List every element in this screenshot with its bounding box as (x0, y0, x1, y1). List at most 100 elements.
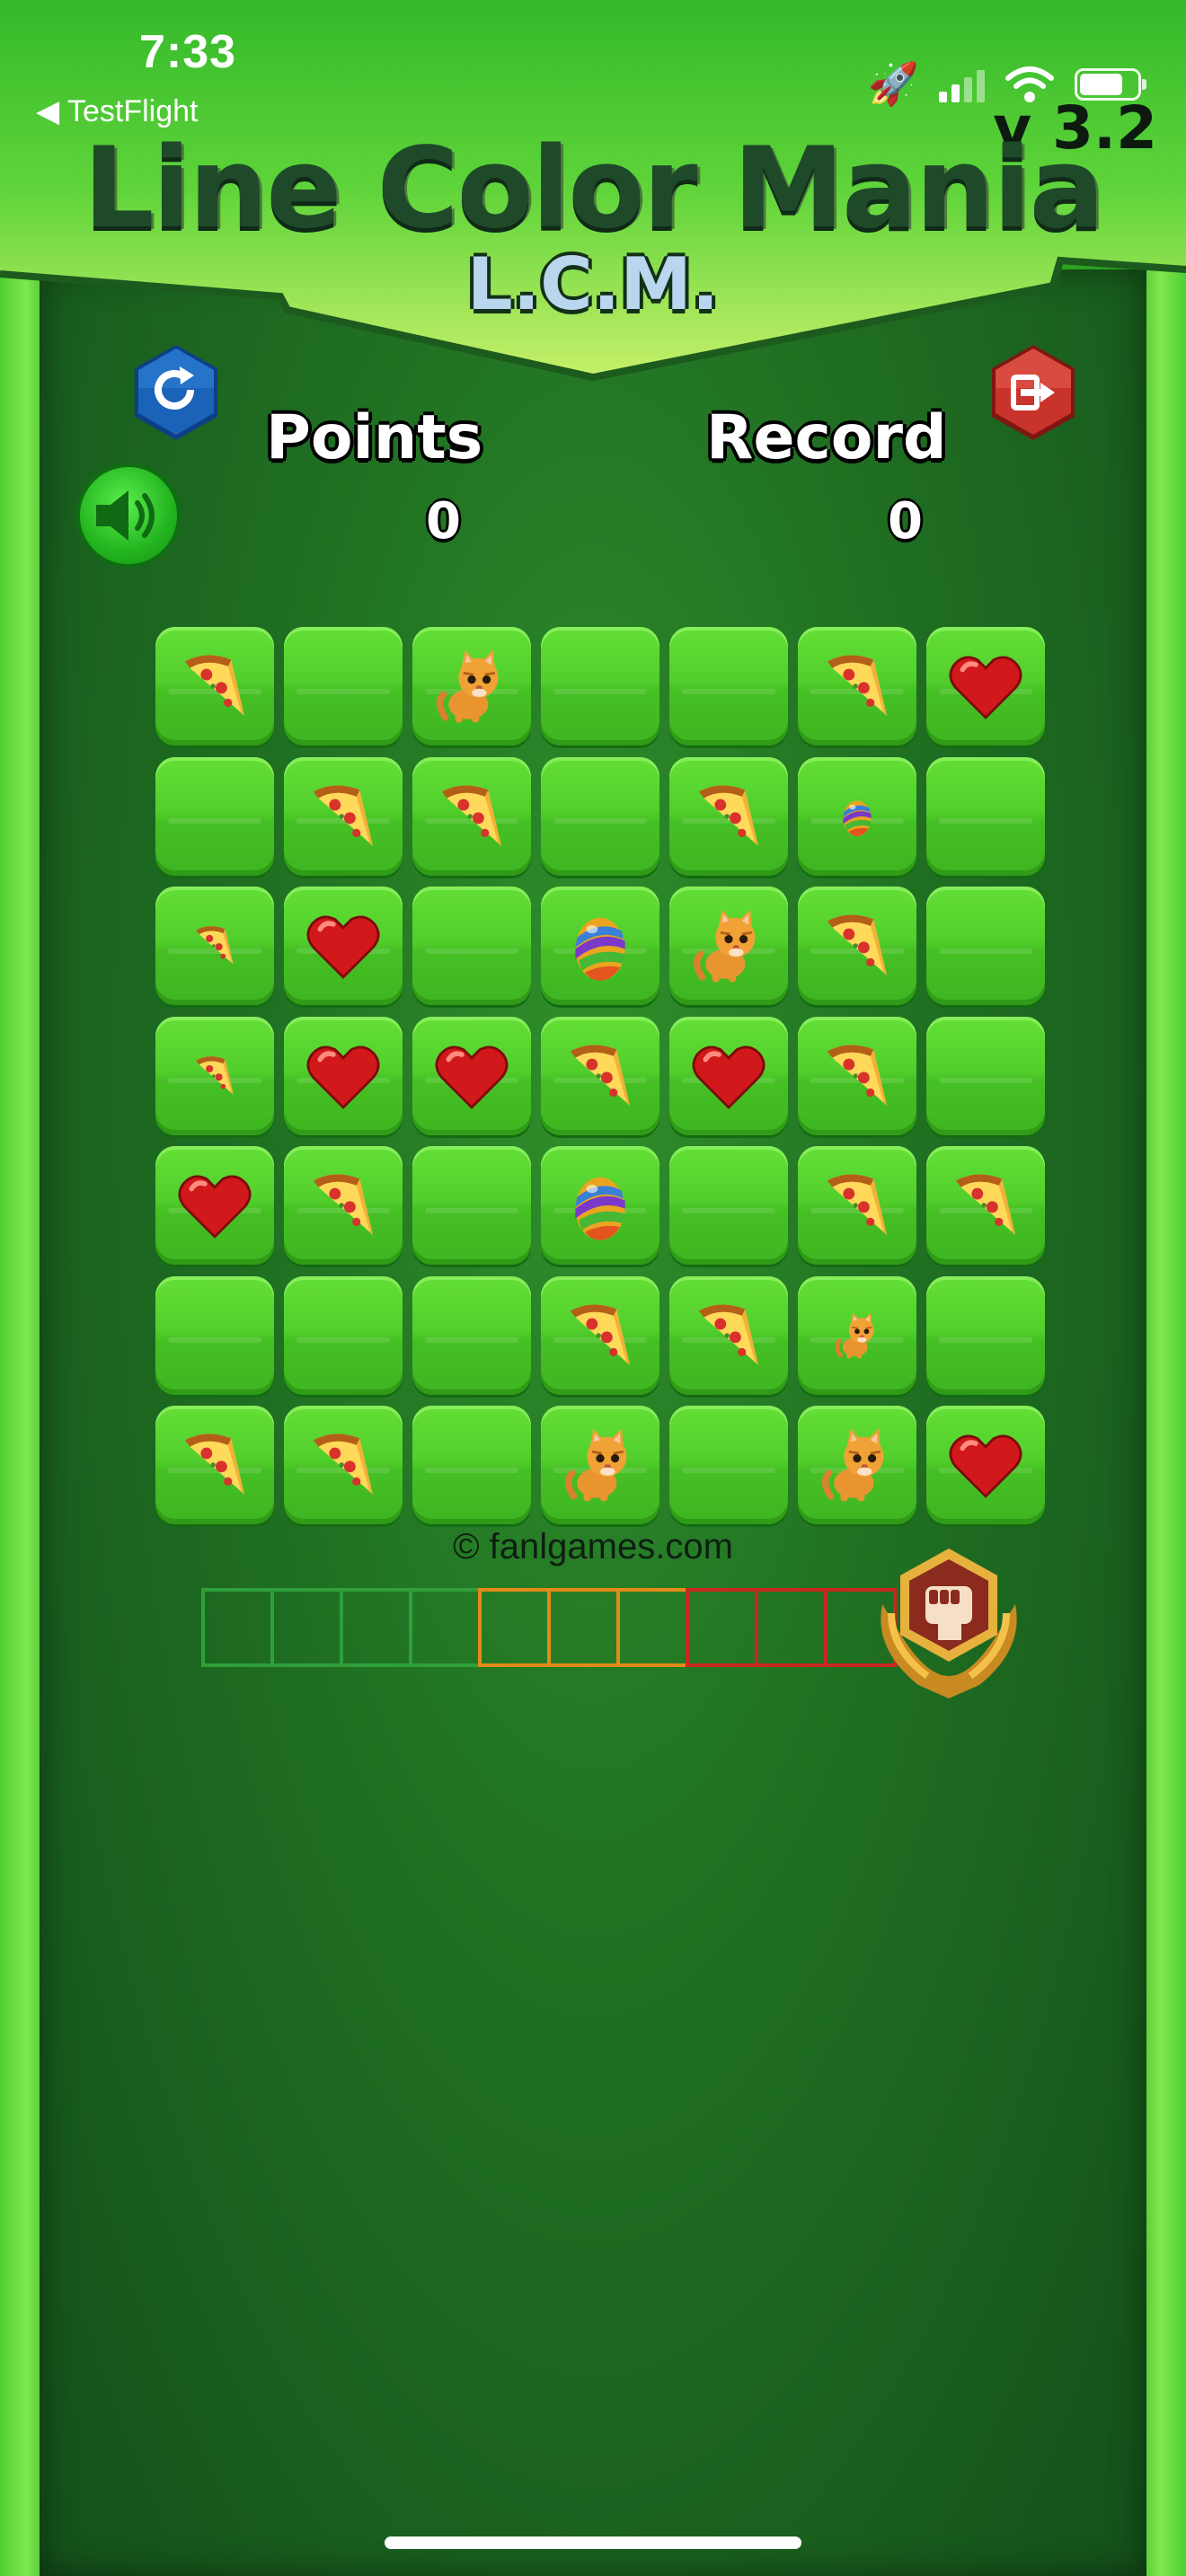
right-rail (1143, 0, 1186, 2576)
board-cell[interactable] (541, 1146, 659, 1265)
egg-icon (559, 1164, 642, 1247)
board-cell[interactable] (284, 887, 403, 1005)
board-cell[interactable] (669, 627, 788, 745)
board-cell[interactable] (412, 1146, 531, 1265)
egg-icon (559, 904, 642, 987)
progress-segment (270, 1588, 343, 1667)
board-cell[interactable] (412, 756, 531, 876)
heart-icon (430, 1035, 513, 1117)
game-title: Line Color Mania (83, 124, 1105, 253)
signal-icon (939, 66, 985, 102)
pizza-icon (173, 1424, 256, 1506)
board-cell[interactable] (798, 756, 916, 876)
progress-segment (409, 1588, 482, 1667)
board-cell[interactable] (155, 627, 274, 745)
rocket-icon: 🚀 (867, 59, 919, 108)
board-cell[interactable] (926, 887, 1045, 1005)
pizza-icon (816, 904, 898, 987)
pizza-icon (687, 1294, 770, 1377)
board-cell[interactable] (669, 756, 788, 876)
board-cell[interactable] (412, 1275, 531, 1395)
board-cell[interactable] (541, 1406, 659, 1524)
exit-button[interactable] (988, 343, 1078, 442)
board-cell[interactable] (798, 1275, 916, 1395)
progress-segment (547, 1588, 620, 1667)
pizza-icon (816, 645, 898, 728)
board-cell[interactable] (669, 1016, 788, 1135)
board-cell[interactable] (284, 1275, 403, 1395)
board-cell[interactable] (541, 627, 659, 745)
points-label: Points (266, 402, 483, 473)
board-cell[interactable] (284, 756, 403, 876)
left-rail (0, 0, 43, 2576)
pizza-icon (430, 775, 513, 858)
board-cell[interactable] (284, 1016, 403, 1135)
pizza-icon (189, 920, 241, 972)
board-cell[interactable] (412, 1406, 531, 1524)
cat-icon (831, 1310, 883, 1362)
sound-toggle-button[interactable] (76, 463, 181, 568)
heart-icon (687, 1035, 770, 1117)
points-value: 0 (426, 492, 461, 551)
board-cell[interactable] (926, 1406, 1045, 1524)
pizza-icon (302, 775, 385, 858)
progress-segment (686, 1588, 758, 1667)
board-cell[interactable] (669, 1275, 788, 1395)
board-cell[interactable] (798, 627, 916, 745)
cat-icon (687, 904, 770, 987)
board-cell[interactable] (798, 1016, 916, 1135)
board-cell[interactable] (541, 887, 659, 1005)
combo-progress-bar (201, 1588, 897, 1671)
restart-button[interactable] (131, 343, 221, 442)
pizza-icon (173, 645, 256, 728)
pizza-icon (816, 1164, 898, 1247)
board-cell[interactable] (669, 887, 788, 1005)
board-cell[interactable] (798, 887, 916, 1005)
board-cell[interactable] (155, 1275, 274, 1395)
home-indicator[interactable] (385, 2536, 801, 2549)
record-value: 0 (888, 492, 923, 551)
board-cell[interactable] (155, 756, 274, 876)
pizza-icon (302, 1424, 385, 1506)
board-cell[interactable] (284, 627, 403, 745)
board-cell[interactable] (284, 1406, 403, 1524)
board-cell[interactable] (926, 627, 1045, 745)
speaker-icon (96, 490, 155, 541)
egg-icon (834, 793, 881, 840)
heart-icon (302, 1035, 385, 1117)
game-board (155, 627, 1045, 1524)
board-cell[interactable] (284, 1146, 403, 1265)
pizza-icon (302, 1164, 385, 1247)
board-cell[interactable] (155, 1016, 274, 1135)
board-cell[interactable] (412, 887, 531, 1005)
pizza-icon (816, 1035, 898, 1117)
board-cell[interactable] (926, 1016, 1045, 1135)
fist-badge-icon (864, 1541, 1033, 1703)
board-cell[interactable] (926, 1146, 1045, 1265)
pizza-icon (944, 1164, 1027, 1247)
progress-segment (616, 1588, 689, 1667)
board-cell[interactable] (541, 1016, 659, 1135)
progress-segment (201, 1588, 274, 1667)
heart-icon (173, 1164, 256, 1247)
heart-icon (944, 645, 1027, 728)
board-cell[interactable] (155, 1146, 274, 1265)
board-cell[interactable] (412, 1016, 531, 1135)
board-cell[interactable] (926, 1275, 1045, 1395)
cat-icon (816, 1424, 898, 1506)
board-cell[interactable] (926, 756, 1045, 876)
board-cell[interactable] (669, 1406, 788, 1524)
board-cell[interactable] (541, 1275, 659, 1395)
board-cell[interactable] (669, 1146, 788, 1265)
heart-icon (944, 1424, 1027, 1506)
pizza-icon (559, 1294, 642, 1377)
board-cell[interactable] (541, 756, 659, 876)
board-cell[interactable] (155, 1406, 274, 1524)
board-cell[interactable] (155, 887, 274, 1005)
heart-icon (302, 904, 385, 987)
cat-icon (559, 1424, 642, 1506)
board-cell[interactable] (798, 1146, 916, 1265)
board-cell[interactable] (412, 627, 531, 745)
board-cell[interactable] (798, 1406, 916, 1524)
progress-segment (755, 1588, 828, 1667)
